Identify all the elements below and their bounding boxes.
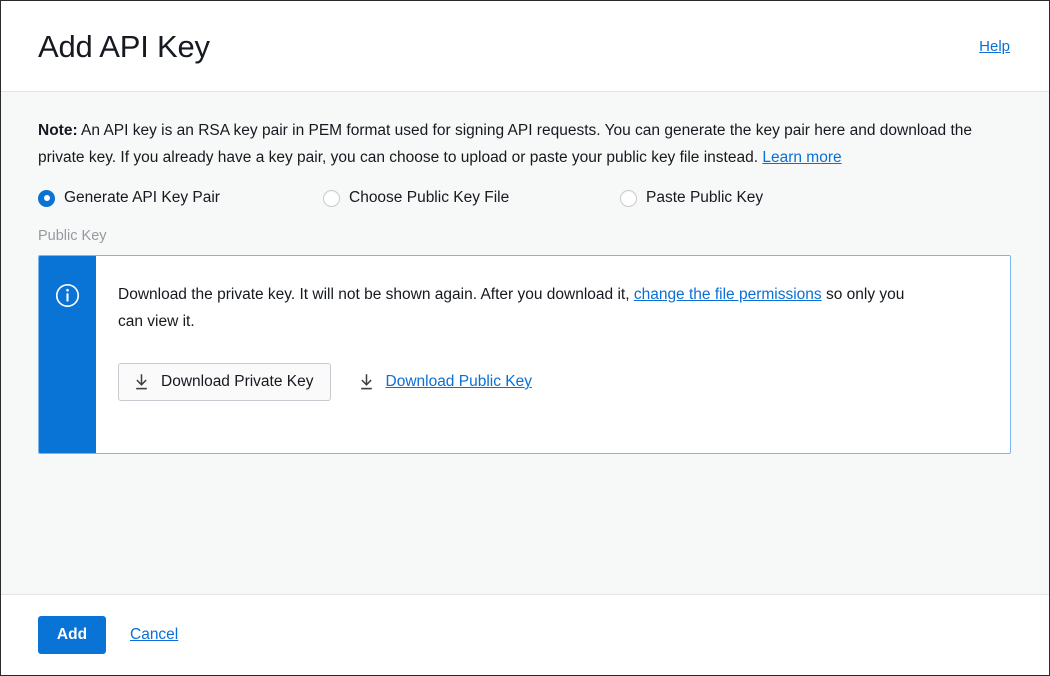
public-key-field-label: Public Key bbox=[38, 228, 107, 244]
key-source-radio-group: Generate API Key Pair Choose Public Key … bbox=[38, 189, 1010, 207]
alert-content: Download the private key. It will not be… bbox=[96, 256, 1010, 453]
dialog-header: Add API Key Help bbox=[1, 1, 1049, 92]
radio-paste-public-key[interactable]: Paste Public Key bbox=[620, 189, 763, 207]
download-private-key-button[interactable]: Download Private Key bbox=[118, 363, 331, 401]
download-icon bbox=[360, 374, 372, 390]
radio-generate-api-key-pair[interactable]: Generate API Key Pair bbox=[38, 189, 323, 207]
alert-message-part1: Download the private key. It will not be… bbox=[118, 286, 634, 303]
dialog-footer: Add Cancel bbox=[1, 594, 1049, 675]
help-link[interactable]: Help bbox=[979, 38, 1010, 55]
download-key-info-alert: Download the private key. It will not be… bbox=[38, 255, 1011, 454]
note-prefix: Note: bbox=[38, 122, 78, 139]
learn-more-link[interactable]: Learn more bbox=[762, 149, 841, 166]
radio-label-paste-key: Paste Public Key bbox=[646, 189, 764, 206]
radio-mark-unselected-icon[interactable] bbox=[323, 189, 340, 207]
download-private-key-label: Download Private Key bbox=[161, 373, 314, 390]
radio-label-generate: Generate API Key Pair bbox=[64, 189, 220, 206]
radio-label-choose-file: Choose Public Key File bbox=[349, 189, 510, 206]
alert-actions: Download Private Key Download Public Key bbox=[118, 363, 990, 401]
change-file-permissions-link[interactable]: change the file permissions bbox=[634, 286, 822, 303]
add-api-key-dialog: Add API Key Help Note: An API key is an … bbox=[0, 0, 1050, 676]
radio-mark-unselected-icon[interactable] bbox=[620, 189, 637, 207]
download-icon bbox=[136, 374, 147, 390]
dialog-body: Note: An API key is an RSA key pair in P… bbox=[1, 92, 1049, 594]
cancel-link[interactable]: Cancel bbox=[130, 626, 178, 644]
note-text: Note: An API key is an RSA key pair in P… bbox=[38, 117, 1010, 171]
download-public-key-link[interactable]: Download Public Key bbox=[358, 373, 532, 391]
download-public-key-label: Download Public Key bbox=[385, 373, 532, 390]
page-title: Add API Key bbox=[38, 28, 210, 64]
alert-message: Download the private key. It will not be… bbox=[118, 281, 908, 335]
add-button[interactable]: Add bbox=[38, 616, 106, 654]
radio-mark-selected-icon[interactable] bbox=[38, 189, 55, 207]
info-circle-icon bbox=[55, 283, 80, 308]
alert-accent-bar bbox=[39, 256, 96, 453]
radio-choose-public-key-file[interactable]: Choose Public Key File bbox=[323, 189, 620, 207]
